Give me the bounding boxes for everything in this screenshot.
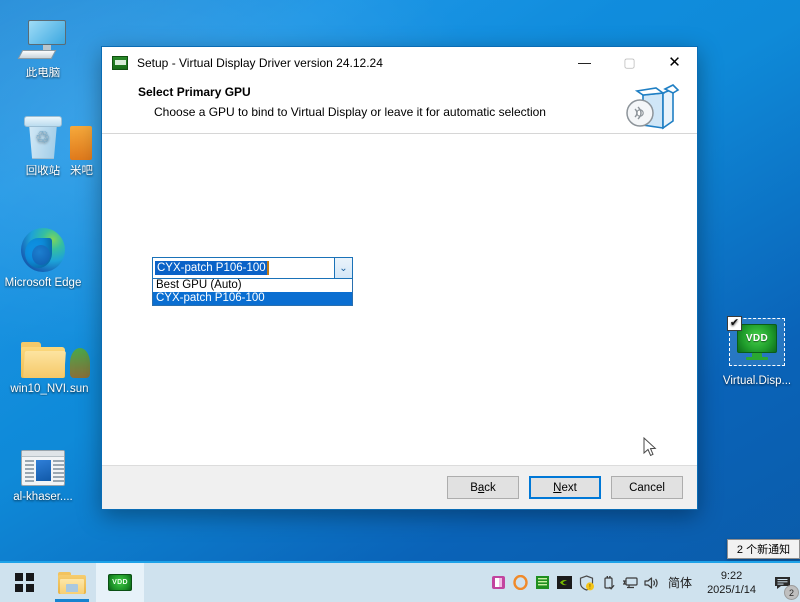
back-button[interactable]: Ba ck — [447, 476, 519, 499]
notification-tooltip: 2 个新通知 — [727, 539, 800, 559]
nvidia-icon[interactable] — [553, 563, 575, 602]
taskbar-file-explorer[interactable] — [48, 563, 96, 602]
desktop-icon-label: Virtual.Disp... — [722, 375, 792, 387]
notification-badge: 2 — [784, 585, 799, 600]
page-subtitle: Choose a GPU to bind to Virtual Display … — [154, 105, 546, 119]
action-center-button[interactable]: 2 — [764, 563, 800, 602]
taskbar-vdd-setup[interactable]: VDD — [96, 563, 144, 602]
back-button-post: ck — [484, 481, 496, 494]
computer-icon — [4, 14, 82, 62]
desktop: 此电脑 ♲ 回收站 米吧 Microsoft Edge win10_NVI...… — [0, 0, 800, 602]
desktop-icon-al-khaser[interactable]: al-khaser.... — [4, 438, 82, 504]
network-icon[interactable] — [619, 563, 641, 602]
combobox-option-cyx-patch[interactable]: CYX-patch P106-100 — [153, 292, 352, 305]
volume-icon[interactable] — [641, 563, 663, 602]
start-button[interactable] — [0, 563, 48, 602]
system-tray: ! 简体 9:22 2025/1/14 2 — [487, 563, 800, 602]
selection-checkbox-icon[interactable]: ✔ — [727, 316, 742, 331]
virtual-display-driver-icon: VDD ✔ — [718, 316, 796, 370]
dialog-title: Setup - Virtual Display Driver version 2… — [137, 55, 383, 70]
maximize-button[interactable]: ▢ — [607, 47, 652, 78]
desktop-icon-virtual-display-driver[interactable]: VDD ✔ Virtual.Disp... — [718, 316, 796, 388]
setup-box-disc-icon — [623, 81, 681, 131]
clock-date: 2025/1/14 — [707, 583, 756, 596]
back-button-pre: B — [470, 481, 478, 494]
taskbar-clock[interactable]: 9:22 2025/1/14 — [699, 563, 764, 602]
windows-logo-icon — [14, 573, 34, 592]
clock-time: 9:22 — [720, 569, 743, 582]
ime-indicator[interactable]: 简体 — [663, 563, 699, 602]
application-icon — [4, 438, 82, 486]
vdd-badge-text: VDD — [737, 324, 777, 353]
dialog-header: Select Primary GPU Choose a GPU to bind … — [102, 78, 697, 134]
app-orange-ring-icon[interactable] — [509, 563, 531, 602]
combobox-field[interactable]: CYX-patch P106-100 ⌄ — [152, 257, 353, 279]
setup-app-icon — [112, 55, 128, 70]
app-purple-icon[interactable] — [487, 563, 509, 602]
taskbar: VDD ! 简体 9:22 2025/1/14 2 — [0, 561, 800, 602]
dialog-body: CYX-patch P106-100 ⌄ Best GPU (Auto) CYX… — [102, 134, 697, 465]
next-button-post: ext — [561, 481, 577, 494]
desktop-icon-this-pc[interactable]: 此电脑 — [4, 14, 82, 80]
combobox-value-text: CYX-patch P106-100 — [155, 261, 269, 275]
app-green-list-icon[interactable] — [531, 563, 553, 602]
minimize-button[interactable]: — — [562, 47, 607, 78]
folder-icon — [58, 571, 86, 594]
desktop-icon-label: Microsoft Edge — [4, 277, 82, 289]
window-controls: — ▢ ✕ — [562, 47, 697, 78]
next-button-mnemonic: N — [553, 481, 562, 494]
desktop-icon-microsoft-edge[interactable]: Microsoft Edge — [4, 224, 82, 290]
combobox-option-best-gpu[interactable]: Best GPU (Auto) — [153, 279, 352, 292]
cancel-button[interactable]: Cancel — [611, 476, 683, 499]
next-button[interactable]: Next — [529, 476, 601, 499]
mouse-cursor — [643, 436, 657, 457]
combobox-value[interactable]: CYX-patch P106-100 — [153, 258, 334, 278]
chevron-down-icon[interactable]: ⌄ — [334, 258, 352, 278]
dialog-footer: Ba ck Next Cancel — [102, 465, 697, 509]
setup-dialog: Setup - Virtual Display Driver version 2… — [101, 46, 698, 510]
windows-security-icon[interactable]: ! — [575, 563, 597, 602]
page-title: Select Primary GPU — [138, 85, 251, 99]
dialog-titlebar[interactable]: Setup - Virtual Display Driver version 2… — [102, 47, 697, 78]
desktop-icon-label: al-khaser.... — [13, 491, 73, 503]
primary-gpu-combobox[interactable]: CYX-patch P106-100 ⌄ Best GPU (Auto) CYX… — [152, 257, 353, 306]
desktop-icon-label: 此电脑 — [25, 67, 61, 79]
combobox-dropdown-list[interactable]: Best GPU (Auto) CYX-patch P106-100 — [152, 279, 353, 306]
edge-icon — [4, 224, 82, 272]
vdd-icon: VDD — [108, 574, 132, 591]
safely-remove-hardware-icon[interactable] — [597, 563, 619, 602]
close-button[interactable]: ✕ — [652, 47, 697, 78]
